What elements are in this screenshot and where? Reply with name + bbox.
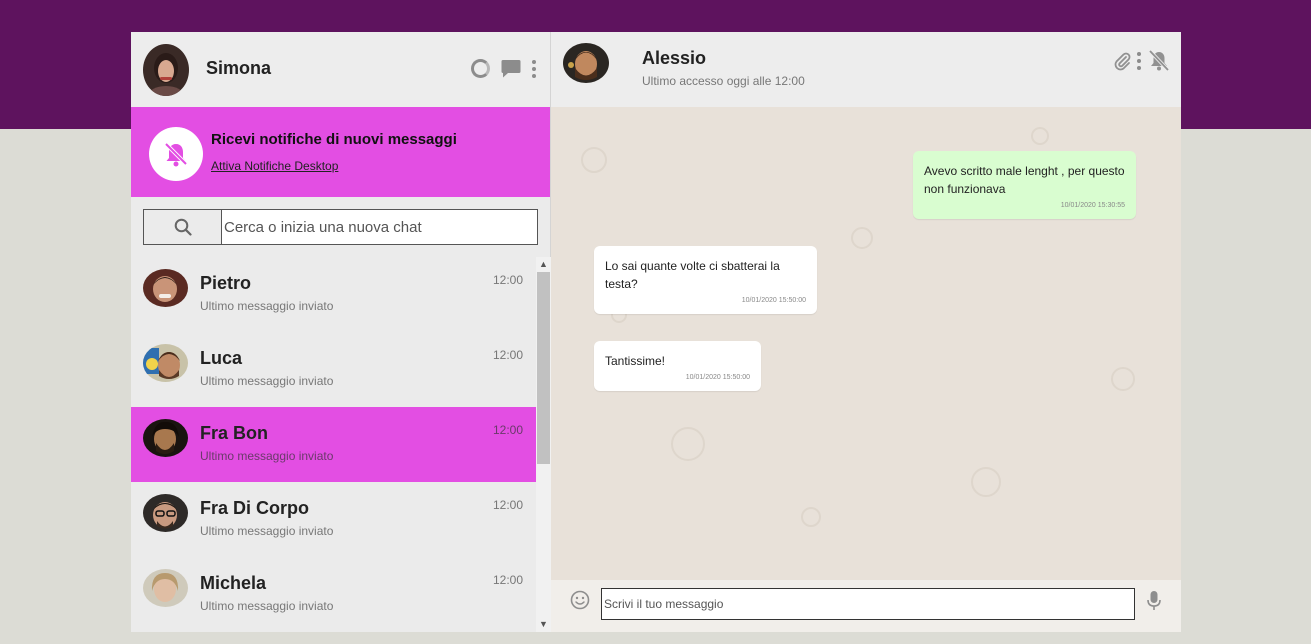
contact-time: 12:00 bbox=[492, 273, 523, 287]
menu-dots-icon[interactable] bbox=[1137, 52, 1141, 70]
conversation-name: Alessio bbox=[642, 48, 707, 68]
compose-bar bbox=[551, 580, 1181, 632]
search-button[interactable] bbox=[143, 209, 222, 245]
contact-time: 12:00 bbox=[492, 498, 523, 512]
menu-dots-icon[interactable] bbox=[532, 59, 536, 78]
profile-name: Simona bbox=[206, 58, 272, 78]
search-bar bbox=[131, 197, 550, 257]
message-time: 10/01/2020 15:50:00 bbox=[741, 297, 806, 304]
bell-off-icon[interactable] bbox=[1147, 50, 1171, 72]
background-doodle bbox=[671, 427, 705, 461]
enable-notifications-link[interactable]: Attiva Notifiche Desktop bbox=[211, 159, 338, 173]
contact-last-message: Ultimo messaggio inviato bbox=[200, 374, 334, 388]
conversation-header: Alessio Ultimo accesso oggi alle 12:00 bbox=[551, 32, 1181, 107]
contact-name: Fra Di Corpo bbox=[200, 498, 310, 518]
contact-last-message: Ultimo messaggio inviato bbox=[200, 599, 334, 613]
background-doodle bbox=[581, 147, 607, 173]
last-seen: Ultimo accesso oggi alle 12:00 bbox=[642, 74, 805, 88]
contact-list: Pietro Ultimo messaggio inviato 12:00 Lu… bbox=[131, 257, 536, 632]
search-icon bbox=[174, 218, 192, 236]
contact-list-scrollbar[interactable]: ▲ ▼ bbox=[536, 257, 551, 632]
background-doodle bbox=[1031, 127, 1049, 145]
message-area: Avevo scritto male lenght , per questo n… bbox=[551, 107, 1181, 580]
contact-last-message: Ultimo messaggio inviato bbox=[200, 524, 334, 538]
scroll-down-icon[interactable]: ▼ bbox=[536, 617, 551, 632]
emoji-icon[interactable] bbox=[570, 590, 590, 610]
avatar bbox=[143, 569, 188, 607]
sidebar-header: Simona bbox=[131, 32, 550, 107]
contact-last-message: Ultimo messaggio inviato bbox=[200, 299, 334, 313]
contact-item[interactable]: Michela Ultimo messaggio inviato 12:00 bbox=[131, 557, 536, 632]
background-doodle bbox=[1111, 367, 1135, 391]
scroll-thumb[interactable] bbox=[537, 272, 550, 464]
contact-time: 12:00 bbox=[492, 573, 523, 587]
search-input[interactable] bbox=[221, 209, 538, 245]
contact-item[interactable]: Pietro Ultimo messaggio inviato 12:00 bbox=[131, 257, 536, 332]
contact-name: Michela bbox=[200, 573, 267, 593]
message-bubble-received: Lo sai quante volte ci sbatterai la test… bbox=[594, 246, 817, 314]
message-bubble-sent: Avevo scritto male lenght , per questo n… bbox=[913, 151, 1136, 219]
contact-name: Fra Bon bbox=[200, 423, 269, 443]
avatar bbox=[143, 344, 188, 382]
avatar bbox=[143, 419, 188, 457]
contact-name: Pietro bbox=[200, 273, 252, 293]
chat-app: Simona Ricevi notifiche di nuovi messagg… bbox=[131, 32, 1181, 632]
contact-item[interactable]: Luca Ultimo messaggio inviato 12:00 bbox=[131, 332, 536, 407]
status-ring-icon[interactable] bbox=[471, 59, 490, 78]
avatar bbox=[143, 269, 188, 307]
message-bubble-received: Tantissime! 10/01/2020 15:50:00 bbox=[594, 341, 761, 391]
contact-time: 12:00 bbox=[492, 348, 523, 362]
contact-name: Luca bbox=[200, 348, 243, 368]
background-doodle bbox=[971, 467, 1001, 497]
message-text: Tantissime! bbox=[605, 354, 666, 368]
message-input[interactable] bbox=[601, 588, 1135, 620]
background-doodle bbox=[851, 227, 873, 249]
message-time: 10/01/2020 15:50:00 bbox=[685, 374, 750, 381]
conversation-panel: Alessio Ultimo accesso oggi alle 12:00 A… bbox=[551, 32, 1181, 632]
microphone-icon[interactable] bbox=[1146, 590, 1162, 612]
new-chat-icon[interactable] bbox=[501, 59, 521, 78]
background-doodle bbox=[801, 507, 821, 527]
avatar bbox=[143, 494, 188, 532]
sidebar: Simona Ricevi notifiche di nuovi messagg… bbox=[131, 32, 551, 632]
contact-time: 12:00 bbox=[492, 423, 523, 437]
message-text: Lo sai quante volte ci sbatterai la test… bbox=[605, 259, 780, 291]
contact-last-message: Ultimo messaggio inviato bbox=[200, 449, 334, 463]
paperclip-icon[interactable] bbox=[1113, 51, 1131, 71]
message-text: Avevo scritto male lenght , per questo n… bbox=[924, 164, 1125, 196]
contact-item[interactable]: Fra Di Corpo Ultimo messaggio inviato 12… bbox=[131, 482, 536, 557]
scroll-up-icon[interactable]: ▲ bbox=[536, 257, 551, 272]
avatar[interactable] bbox=[143, 44, 189, 96]
avatar[interactable] bbox=[563, 43, 609, 83]
message-time: 10/01/2020 15:30:55 bbox=[1060, 202, 1125, 209]
notification-title: Ricevi notifiche di nuovi messaggi bbox=[211, 131, 457, 148]
bell-off-icon bbox=[149, 127, 203, 181]
notification-banner: Ricevi notifiche di nuovi messaggi Attiv… bbox=[131, 107, 550, 197]
contact-item-active[interactable]: Fra Bon Ultimo messaggio inviato 12:00 bbox=[131, 407, 536, 482]
